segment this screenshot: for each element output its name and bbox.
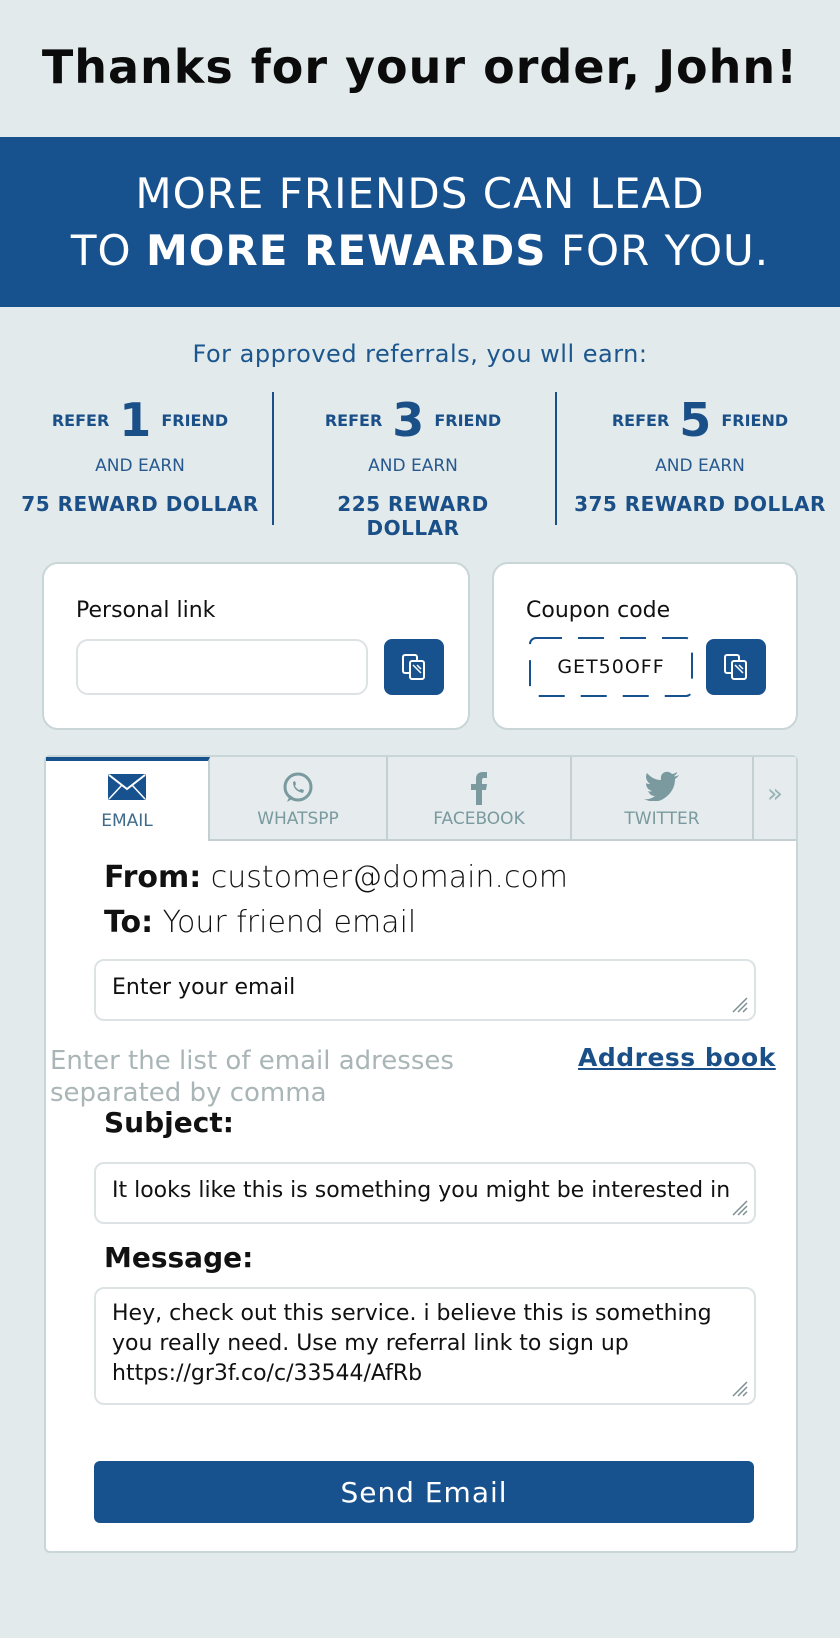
rewards-banner: MORE FRIENDS CAN LEAD TO MORE REWARDS FO… xyxy=(0,137,840,307)
share-panel: EMAIL WHATSPP FACEBOOK TWITTER » From: c… xyxy=(44,755,798,1553)
envelope-icon xyxy=(108,774,146,800)
tier-divider xyxy=(272,392,274,525)
send-email-button[interactable]: Send Email xyxy=(94,1461,754,1523)
personal-link-input[interactable] xyxy=(76,639,368,695)
banner-line-2-prefix: TO xyxy=(70,226,146,275)
reward-tiers: REFER 1 FRIEND AND EARN 75 REWARD DOLLAR… xyxy=(0,392,840,540)
banner-line-2-suffix: FOR YOU. xyxy=(546,226,770,275)
tab-whatsapp[interactable]: WHATSPP xyxy=(210,757,388,841)
facebook-icon xyxy=(471,772,487,805)
tier-friend-label: FRIEND xyxy=(434,410,502,430)
tab-more[interactable]: » xyxy=(754,757,796,841)
address-book-link[interactable]: Address book xyxy=(578,1043,776,1072)
tier-and-earn: AND EARN xyxy=(368,456,458,476)
resize-handle-icon[interactable] xyxy=(730,1198,748,1216)
resize-handle-icon[interactable] xyxy=(730,1379,748,1397)
to-value: Your friend email xyxy=(162,905,417,940)
reward-tier-3: REFER 3 FRIEND AND EARN 225 REWARD DOLLA… xyxy=(288,392,538,540)
tier-friend-label: FRIEND xyxy=(161,410,229,430)
banner-line-2-bold: MORE REWARDS xyxy=(145,226,547,275)
reward-tier-1: REFER 1 FRIEND AND EARN 75 REWARD DOLLAR xyxy=(20,392,260,527)
tab-twitter[interactable]: TWITTER xyxy=(572,757,754,841)
tier-and-earn: AND EARN xyxy=(655,456,745,476)
personal-link-card: Personal link xyxy=(42,562,470,730)
tier-friend-label: FRIEND xyxy=(721,410,789,430)
coupon-card: Coupon code GET50OFF xyxy=(492,562,798,730)
tab-email[interactable]: EMAIL xyxy=(46,757,210,841)
from-label: From: xyxy=(104,860,202,895)
tier-amount: 75 REWARD DOLLAR xyxy=(21,492,259,516)
tab-facebook[interactable]: FACEBOOK xyxy=(388,757,572,841)
twitter-icon xyxy=(644,771,679,801)
subject-label: Subject: xyxy=(104,1106,234,1139)
tier-amount: 375 REWARD DOLLAR xyxy=(574,492,826,516)
rewards-intro: For approved referrals, you wll earn: xyxy=(192,340,648,368)
tab-facebook-label: FACEBOOK xyxy=(433,809,525,829)
message-input[interactable]: Hey, check out this service. i believe t… xyxy=(94,1287,756,1405)
copy-icon xyxy=(724,654,747,680)
whatsapp-icon xyxy=(283,772,313,802)
personal-link-label: Personal link xyxy=(76,598,216,623)
tab-email-label: EMAIL xyxy=(101,811,153,831)
tier-amount: 225 REWARD DOLLAR xyxy=(337,492,489,540)
tier-refer-label: REFER xyxy=(324,410,383,430)
message-value: Hey, check out this service. i believe t… xyxy=(112,1301,712,1386)
page-title: Thanks for your order, John! xyxy=(41,40,799,94)
tab-whatsapp-label: WHATSPP xyxy=(257,809,339,829)
resize-handle-icon[interactable] xyxy=(730,995,748,1013)
banner-line-1: MORE FRIENDS CAN LEAD xyxy=(135,169,705,218)
banner-line-2: TO MORE REWARDS FOR YOU. xyxy=(0,226,840,275)
from-line: From: customer@domain.com xyxy=(104,860,568,895)
tier-refer-label: REFER xyxy=(611,410,670,430)
subject-input[interactable]: It looks like this is something you migh… xyxy=(94,1162,756,1224)
copy-coupon-button[interactable] xyxy=(706,639,766,695)
tab-twitter-label: TWITTER xyxy=(624,809,700,829)
to-line: To: Your friend email xyxy=(104,905,416,940)
tier-count: 3 xyxy=(392,393,425,447)
email-list-hint: Enter the list of email adresses separat… xyxy=(50,1046,454,1108)
to-label: To: xyxy=(104,905,154,940)
copy-link-button[interactable] xyxy=(384,639,444,695)
chevron-double-right-icon: » xyxy=(767,779,783,809)
from-value: customer@domain.com xyxy=(210,860,569,895)
tier-and-earn: AND EARN xyxy=(95,456,185,476)
tier-divider xyxy=(555,392,557,525)
copy-icon xyxy=(402,654,425,680)
message-label: Message: xyxy=(104,1241,254,1274)
tier-count: 5 xyxy=(679,393,712,447)
reward-tier-5: REFER 5 FRIEND AND EARN 375 REWARD DOLLA… xyxy=(572,392,828,527)
subject-value: It looks like this is something you migh… xyxy=(112,1178,731,1203)
friend-email-value: Enter your email xyxy=(112,975,296,1000)
tier-count: 1 xyxy=(119,393,152,447)
coupon-code: GET50OFF xyxy=(557,656,665,678)
tier-refer-label: REFER xyxy=(51,410,110,430)
friend-email-input[interactable]: Enter your email xyxy=(94,959,756,1021)
coupon-label: Coupon code xyxy=(526,598,671,623)
